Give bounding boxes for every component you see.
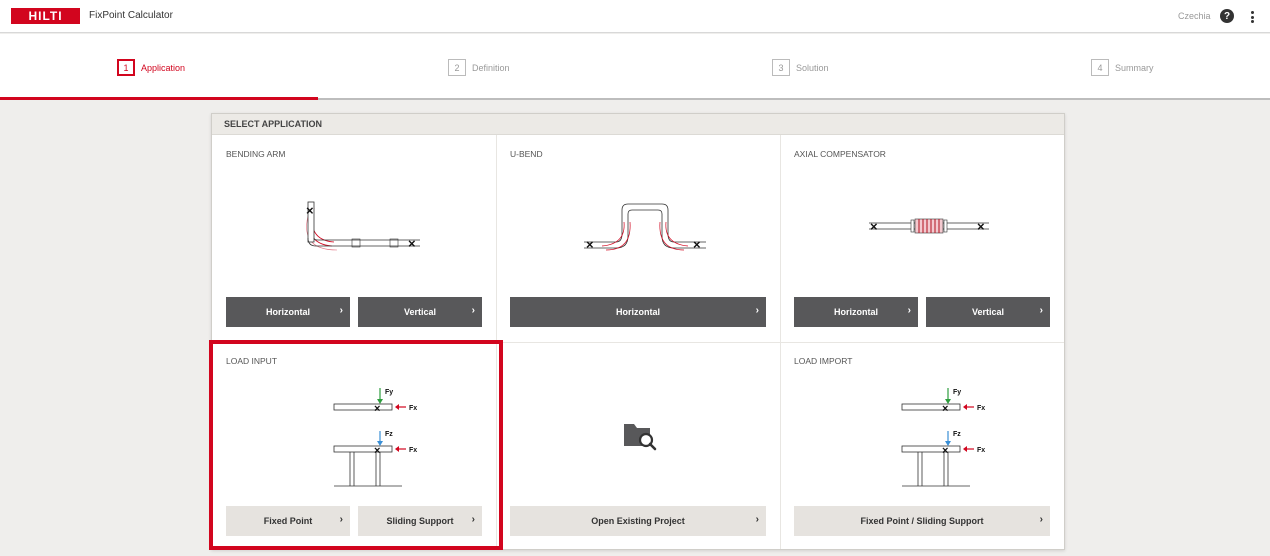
country-selector[interactable]: Czechia xyxy=(1178,11,1211,21)
svg-text:×: × xyxy=(870,219,878,234)
chevron-right-icon: › xyxy=(339,305,343,316)
logo-text: HILTI xyxy=(28,9,63,23)
fz-label: Fz xyxy=(953,431,961,438)
fy-label: Fy xyxy=(953,389,961,396)
open-existing-project-button[interactable]: Open Existing Project › xyxy=(510,506,766,536)
button-label: Vertical xyxy=(403,307,437,317)
button-label: Vertical xyxy=(971,307,1005,317)
load-import-diagram: × Fy Fx × Fz Fx xyxy=(901,388,985,487)
step-label: Application xyxy=(141,62,186,73)
fx-label: Fx xyxy=(977,405,985,412)
step-number: 4 xyxy=(1091,59,1109,76)
fixed-point-sliding-support-button[interactable]: Fixed Point / Sliding Support › xyxy=(794,506,1050,536)
chevron-right-icon: › xyxy=(1039,514,1043,525)
svg-text:×: × xyxy=(408,236,416,251)
button-label: Horizontal xyxy=(266,307,310,317)
step-application[interactable]: 1 Application xyxy=(117,59,185,76)
svg-text:×: × xyxy=(374,445,380,457)
button-label: Sliding Support xyxy=(386,516,454,526)
chevron-right-icon: › xyxy=(471,514,475,525)
axial-compensator-title: AXIAL COMPENSATOR xyxy=(794,149,886,159)
sliding-support-button[interactable]: Sliding Support › xyxy=(358,506,482,536)
u-bend-horizontal-button[interactable]: Horizontal › xyxy=(510,297,766,327)
svg-text:×: × xyxy=(306,203,314,218)
wizard-stepper: 1 Application 2 Definition 3 Solution 4 … xyxy=(0,34,1270,100)
fixed-point-button[interactable]: Fixed Point › xyxy=(226,506,350,536)
step-number: 2 xyxy=(448,59,466,76)
chevron-right-icon: › xyxy=(1039,305,1043,316)
button-label: Horizontal xyxy=(834,307,878,317)
grid-divider xyxy=(212,342,1064,343)
kebab-menu-icon[interactable] xyxy=(1248,10,1256,24)
fx-label: Fx xyxy=(977,447,985,454)
bending-arm-title: BENDING ARM xyxy=(226,149,286,159)
bending-arm-diagram: × × xyxy=(306,201,420,251)
fy-label: Fy xyxy=(385,389,393,396)
svg-text:×: × xyxy=(942,445,948,457)
select-application-panel: SELECT APPLICATION BENDING ARM × × Horiz… xyxy=(211,113,1065,550)
fx-label: Fx xyxy=(409,405,417,412)
fz-label: Fz xyxy=(385,431,393,438)
load-input-diagram: × Fy Fx × Fz Fx xyxy=(333,388,417,487)
step-summary[interactable]: 4 Summary xyxy=(1091,59,1154,76)
axial-compensator-horizontal-button[interactable]: Horizontal › xyxy=(794,297,918,327)
step-label: Solution xyxy=(796,62,829,73)
bending-arm-vertical-button[interactable]: Vertical › xyxy=(358,297,482,327)
step-progress-bar xyxy=(0,97,318,100)
load-input-title: LOAD INPUT xyxy=(226,356,278,366)
u-bend-diagram: × × xyxy=(584,203,706,252)
svg-text:×: × xyxy=(374,403,380,415)
app-header: HILTI FixPoint Calculator Czechia ? xyxy=(0,0,1270,33)
load-import-title: LOAD IMPORT xyxy=(794,356,853,366)
svg-text:×: × xyxy=(693,237,701,252)
svg-text:×: × xyxy=(977,219,985,234)
step-number: 3 xyxy=(772,59,790,76)
chevron-right-icon: › xyxy=(907,305,911,316)
chevron-right-icon: › xyxy=(755,305,759,316)
step-solution[interactable]: 3 Solution xyxy=(772,59,829,76)
panel-title: SELECT APPLICATION xyxy=(212,114,1064,135)
u-bend-title: U-BEND xyxy=(510,149,543,159)
button-label: Fixed Point xyxy=(263,516,313,526)
folder-search-icon xyxy=(624,424,657,451)
chevron-right-icon: › xyxy=(471,305,475,316)
svg-text:×: × xyxy=(586,237,594,252)
axial-compensator-vertical-button[interactable]: Vertical › xyxy=(926,297,1050,327)
bending-arm-horizontal-button[interactable]: Horizontal › xyxy=(226,297,350,327)
svg-text:×: × xyxy=(942,403,948,415)
chevron-right-icon: › xyxy=(755,514,759,525)
app-title: FixPoint Calculator xyxy=(89,10,173,21)
step-label: Summary xyxy=(1115,62,1154,73)
button-label: Fixed Point / Sliding Support xyxy=(860,516,984,526)
step-definition[interactable]: 2 Definition xyxy=(448,59,510,76)
question-circle-icon[interactable]: ? xyxy=(1220,9,1234,23)
chevron-right-icon: › xyxy=(339,514,343,525)
hilti-logo[interactable]: HILTI xyxy=(11,8,80,24)
axial-compensator-diagram: × × xyxy=(869,218,989,234)
step-label: Definition xyxy=(472,62,510,73)
step-number: 1 xyxy=(117,59,135,76)
fx-label: Fx xyxy=(409,447,417,454)
button-label: Horizontal xyxy=(616,307,660,317)
button-label: Open Existing Project xyxy=(591,516,685,526)
